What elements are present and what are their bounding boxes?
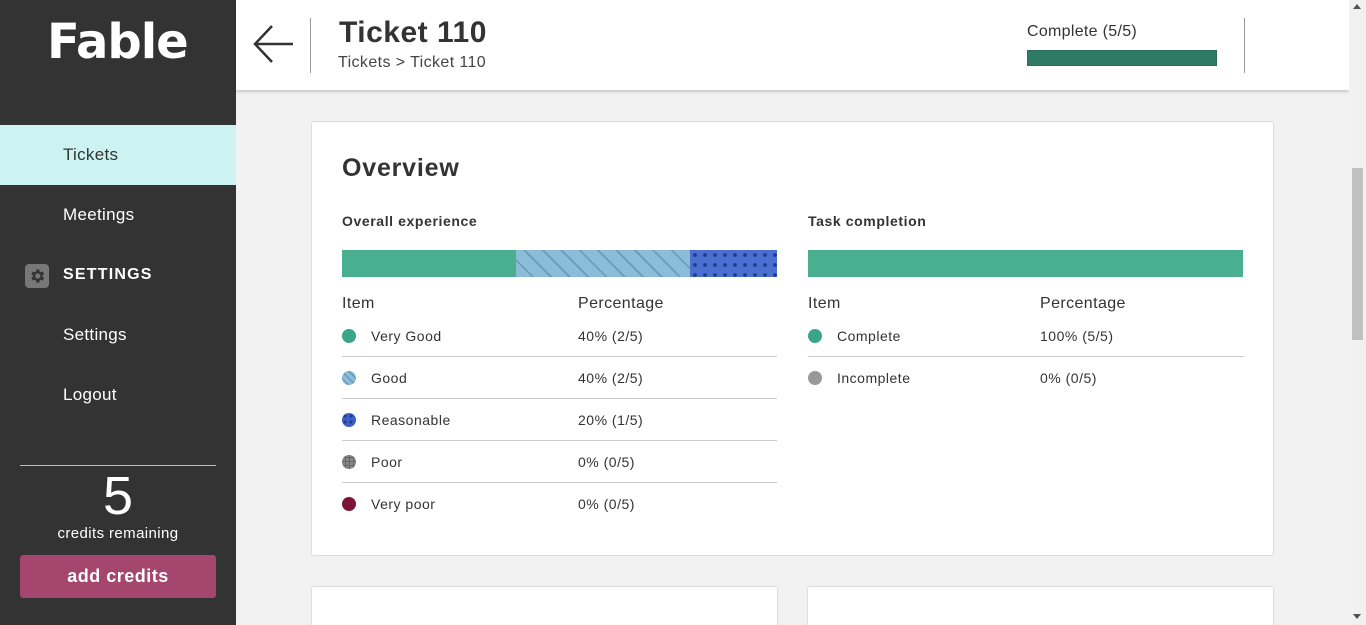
lower-card-left	[311, 586, 778, 625]
page-header: Ticket 110 Tickets > Ticket 110 Complete…	[236, 0, 1349, 90]
task-label: Task completion	[808, 213, 927, 229]
reasonable-swatch	[342, 412, 356, 427]
row-label: Very poor	[371, 496, 436, 512]
back-button[interactable]	[252, 22, 296, 66]
status-label: Complete (5/5)	[1027, 23, 1138, 40]
table-row: Incomplete 0% (0/5)	[808, 357, 1244, 399]
lower-card-right	[807, 586, 1274, 625]
scroll-up-icon[interactable]	[1353, 4, 1361, 9]
header-divider-right	[1244, 18, 1245, 73]
sidebar-item-label: Logout	[63, 385, 117, 404]
row-label: Complete	[837, 327, 901, 344]
poor-swatch	[342, 454, 356, 469]
table-row: Very Good 40% (2/5)	[342, 315, 777, 357]
table-row: Good 40% (2/5)	[342, 357, 777, 399]
status-progress-fill	[1028, 51, 1216, 65]
row-label: Good	[371, 369, 408, 386]
breadcrumb-separator: >	[395, 54, 406, 71]
experience-bar-good	[516, 250, 690, 277]
scroll-down-icon[interactable]	[1353, 614, 1361, 619]
sidebar-section-settings: SETTINGS	[0, 245, 236, 305]
page-title: Ticket 110	[339, 16, 487, 49]
task-col-item: Item	[808, 295, 841, 312]
good-swatch	[342, 370, 356, 385]
row-percentage: 20% (1/5)	[578, 411, 644, 428]
experience-col-item: Item	[342, 295, 375, 312]
sidebar: Fable Tickets Meetings SETTINGS Settings…	[0, 0, 236, 625]
experience-bar	[342, 250, 777, 277]
sidebar-item-meetings[interactable]: Meetings	[0, 185, 236, 245]
sidebar-item-label: Meetings	[63, 205, 135, 224]
add-credits-button[interactable]: add credits	[20, 555, 216, 598]
breadcrumb: Tickets > Ticket 110	[338, 54, 486, 72]
overview-card: Overview Overall experience Item Percent…	[311, 121, 1274, 556]
experience-col-percentage: Percentage	[578, 295, 664, 312]
sidebar-item-tickets[interactable]: Tickets	[0, 125, 236, 185]
sidebar-item-label: Settings	[63, 325, 127, 344]
row-percentage: 40% (2/5)	[578, 327, 644, 344]
sidebar-item-label: Tickets	[63, 145, 119, 164]
row-percentage: 0% (0/5)	[578, 496, 635, 512]
row-label: Poor	[371, 453, 403, 470]
overview-title: Overview	[342, 154, 460, 182]
task-bar	[808, 250, 1243, 277]
row-percentage: 0% (0/5)	[1040, 370, 1097, 386]
row-percentage: 40% (2/5)	[578, 369, 644, 386]
table-row: Reasonable 20% (1/5)	[342, 399, 777, 441]
row-percentage: 100% (5/5)	[1040, 327, 1114, 344]
experience-label: Overall experience	[342, 213, 478, 229]
table-row: Complete 100% (5/5)	[808, 315, 1244, 357]
row-label: Incomplete	[837, 370, 911, 386]
very-good-swatch	[342, 328, 356, 343]
breadcrumb-link-tickets[interactable]: Tickets	[338, 54, 391, 71]
header-divider	[310, 18, 311, 73]
back-arrow-icon	[253, 25, 293, 63]
experience-bar-very-good	[342, 250, 516, 277]
scroll-thumb[interactable]	[1352, 168, 1363, 340]
row-label: Very Good	[371, 327, 442, 344]
task-col-percentage: Percentage	[1040, 295, 1126, 312]
row-percentage: 0% (0/5)	[578, 453, 635, 470]
task-bar-complete	[808, 250, 1243, 277]
page-scrollbar[interactable]	[1349, 0, 1366, 625]
complete-swatch	[808, 328, 822, 343]
table-row: Very poor 0% (0/5)	[342, 483, 777, 525]
table-row: Poor 0% (0/5)	[342, 441, 777, 483]
credits-label: credits remaining	[57, 525, 179, 542]
app-logo[interactable]: Fable	[47, 14, 189, 70]
sidebar-item-settings[interactable]: Settings	[0, 305, 236, 365]
sidebar-item-logout[interactable]: Logout	[0, 365, 236, 425]
very-poor-swatch	[342, 497, 356, 511]
credits-count: 5	[102, 466, 134, 526]
incomplete-swatch	[808, 371, 822, 385]
status-progress-bar	[1027, 50, 1217, 66]
row-label: Reasonable	[371, 411, 451, 428]
experience-bar-reasonable	[690, 250, 777, 277]
sidebar-section-label: SETTINGS	[63, 266, 153, 283]
breadcrumb-current: Ticket 110	[410, 54, 487, 71]
